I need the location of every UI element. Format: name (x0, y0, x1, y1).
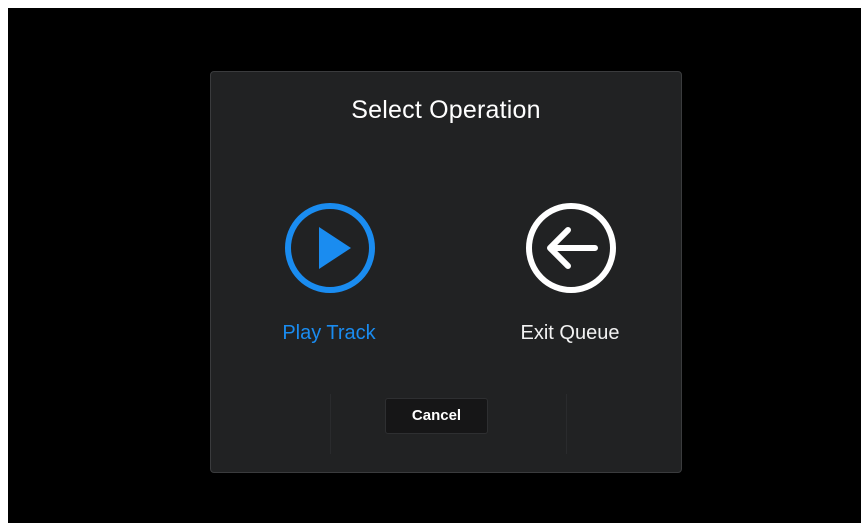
cancel-button[interactable]: Cancel (385, 398, 488, 434)
play-circle-icon (285, 203, 375, 293)
play-track-label: Play Track (282, 322, 376, 344)
back-arrow-circle-icon (526, 203, 616, 293)
play-track-option[interactable]: Play Track (219, 202, 439, 352)
exit-queue-label: Exit Queue (520, 322, 620, 344)
select-operation-dialog: Select Operation Play Track Exit Queue C… (210, 71, 682, 473)
exit-queue-option[interactable]: Exit Queue (460, 202, 680, 352)
divider (330, 394, 331, 454)
screen-background: Select Operation Play Track Exit Queue C… (8, 8, 861, 523)
dialog-title: Select Operation (351, 96, 541, 124)
divider (566, 394, 567, 454)
